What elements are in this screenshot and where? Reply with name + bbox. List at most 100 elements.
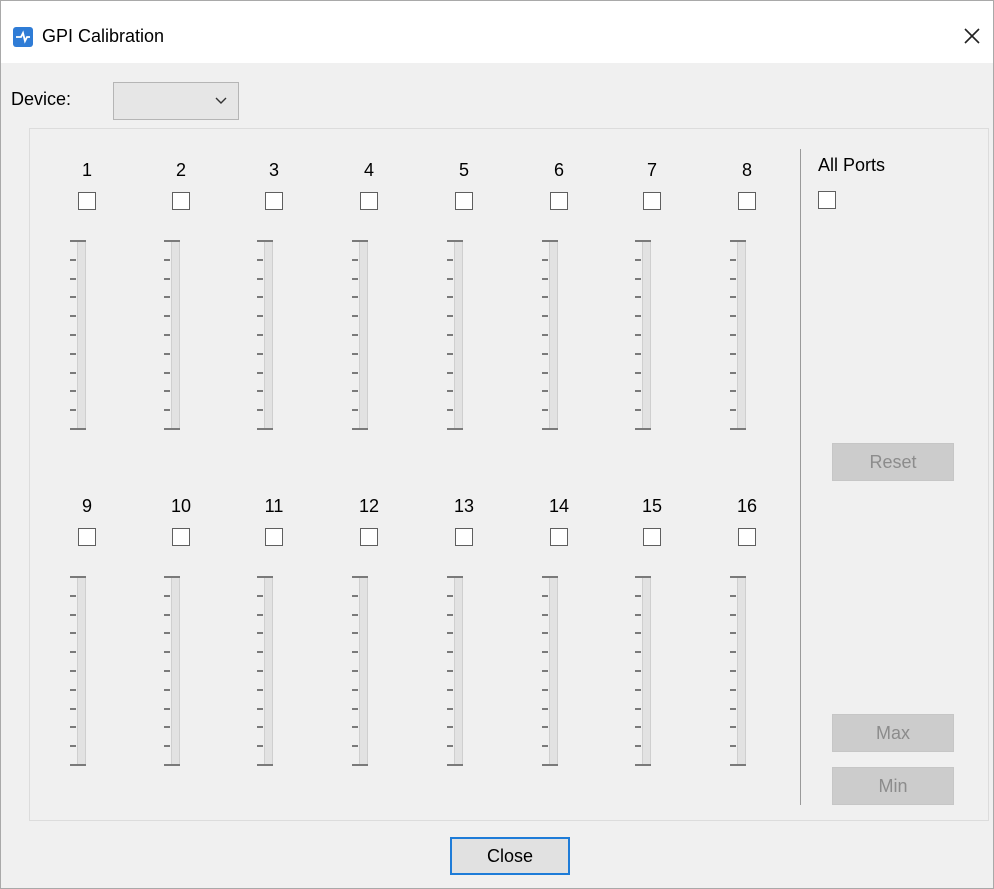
port-checkbox[interactable] bbox=[738, 192, 756, 210]
scale-tick bbox=[730, 688, 736, 691]
scale-tick bbox=[635, 688, 641, 691]
scale-tick bbox=[542, 726, 548, 729]
scale-tick bbox=[635, 258, 641, 261]
scale-tick bbox=[164, 726, 170, 729]
calibration-slider[interactable] bbox=[359, 240, 368, 430]
port-checkbox[interactable] bbox=[550, 192, 568, 210]
scale-tick bbox=[730, 707, 736, 710]
calibration-slider[interactable] bbox=[454, 240, 463, 430]
slider-scale-ticks bbox=[257, 576, 263, 766]
scale-tick bbox=[542, 594, 548, 597]
port-label: 5 bbox=[458, 160, 469, 180]
port-4: 4 bbox=[339, 160, 399, 470]
max-button[interactable]: Max bbox=[832, 714, 954, 752]
scale-tick bbox=[447, 670, 453, 672]
calibration-slider[interactable] bbox=[737, 576, 746, 766]
port-checkbox[interactable] bbox=[172, 192, 190, 210]
scale-tick bbox=[635, 371, 641, 374]
slider-top-cap bbox=[635, 240, 651, 242]
scale-tick bbox=[730, 670, 736, 672]
port-checkbox[interactable] bbox=[265, 528, 283, 546]
scale-tick bbox=[730, 745, 736, 748]
port-label: 16 bbox=[736, 496, 758, 516]
scale-tick bbox=[542, 613, 548, 616]
port-checkbox[interactable] bbox=[455, 528, 473, 546]
port-checkbox[interactable] bbox=[172, 528, 190, 546]
port-checkbox[interactable] bbox=[550, 528, 568, 546]
min-button[interactable]: Min bbox=[832, 767, 954, 805]
scale-tick bbox=[447, 409, 453, 412]
scale-tick bbox=[352, 390, 358, 393]
slider-top-cap bbox=[730, 576, 746, 578]
scale-tick bbox=[164, 390, 170, 393]
slider-top-cap bbox=[257, 240, 273, 242]
calibration-slider[interactable] bbox=[171, 576, 180, 766]
port-label: 13 bbox=[453, 496, 475, 516]
scale-tick bbox=[164, 688, 170, 691]
scale-tick bbox=[70, 315, 76, 318]
port-5: 5 bbox=[434, 160, 494, 470]
port-checkbox[interactable] bbox=[643, 192, 661, 210]
scale-tick bbox=[70, 352, 76, 355]
port-checkbox[interactable] bbox=[78, 192, 96, 210]
scale-tick bbox=[257, 745, 263, 748]
calibration-slider[interactable] bbox=[454, 576, 463, 766]
scale-tick bbox=[257, 613, 263, 616]
scale-tick bbox=[730, 726, 736, 729]
scale-tick bbox=[730, 594, 736, 597]
calibration-slider[interactable] bbox=[359, 576, 368, 766]
scale-tick bbox=[164, 594, 170, 597]
slider-scale-ticks bbox=[257, 240, 263, 430]
port-checkbox[interactable] bbox=[455, 192, 473, 210]
slider-bottom-cap bbox=[352, 428, 368, 430]
calibration-slider[interactable] bbox=[171, 240, 180, 430]
calibration-slider[interactable] bbox=[642, 576, 651, 766]
calibration-slider[interactable] bbox=[642, 240, 651, 430]
calibration-slider[interactable] bbox=[264, 240, 273, 430]
port-1: 1 bbox=[57, 160, 117, 470]
scale-tick bbox=[352, 745, 358, 748]
scale-tick bbox=[730, 632, 736, 635]
slider-top-cap bbox=[70, 240, 86, 242]
scale-tick bbox=[70, 651, 76, 654]
reset-button[interactable]: Reset bbox=[832, 443, 954, 481]
scale-tick bbox=[164, 613, 170, 616]
calibration-slider[interactable] bbox=[77, 240, 86, 430]
calibration-slider[interactable] bbox=[737, 240, 746, 430]
close-button[interactable]: Close bbox=[450, 837, 570, 875]
calibration-slider[interactable] bbox=[549, 240, 558, 430]
calibration-slider[interactable] bbox=[264, 576, 273, 766]
all-ports-checkbox[interactable] bbox=[818, 191, 836, 209]
scale-tick bbox=[447, 632, 453, 635]
port-label: 9 bbox=[81, 496, 92, 516]
slider-top-cap bbox=[635, 576, 651, 578]
gpi-calibration-dialog: GPI Calibration Device: 1 2 3 4 5 6 7 8 9 10 11 12 1… bbox=[0, 0, 994, 889]
port-checkbox[interactable] bbox=[78, 528, 96, 546]
scale-tick bbox=[635, 613, 641, 616]
port-checkbox[interactable] bbox=[265, 192, 283, 210]
scale-tick bbox=[257, 726, 263, 729]
scale-tick bbox=[164, 651, 170, 654]
scale-tick bbox=[164, 258, 170, 261]
scale-tick bbox=[635, 594, 641, 597]
port-checkbox[interactable] bbox=[643, 528, 661, 546]
scale-tick bbox=[352, 334, 358, 336]
calibration-slider[interactable] bbox=[549, 576, 558, 766]
scale-tick bbox=[542, 296, 548, 299]
scale-tick bbox=[257, 258, 263, 261]
calibration-slider[interactable] bbox=[77, 576, 86, 766]
port-checkbox[interactable] bbox=[738, 528, 756, 546]
slider-bottom-cap bbox=[257, 764, 273, 766]
scale-tick bbox=[730, 277, 736, 280]
scale-tick bbox=[352, 352, 358, 355]
scale-tick bbox=[70, 334, 76, 336]
port-checkbox[interactable] bbox=[360, 192, 378, 210]
scale-tick bbox=[635, 726, 641, 729]
close-icon[interactable] bbox=[957, 21, 987, 51]
device-dropdown[interactable] bbox=[113, 82, 239, 120]
slider-scale-ticks bbox=[542, 240, 548, 430]
port-checkbox[interactable] bbox=[360, 528, 378, 546]
scale-tick bbox=[164, 371, 170, 374]
scale-tick bbox=[70, 670, 76, 672]
scale-tick bbox=[352, 594, 358, 597]
